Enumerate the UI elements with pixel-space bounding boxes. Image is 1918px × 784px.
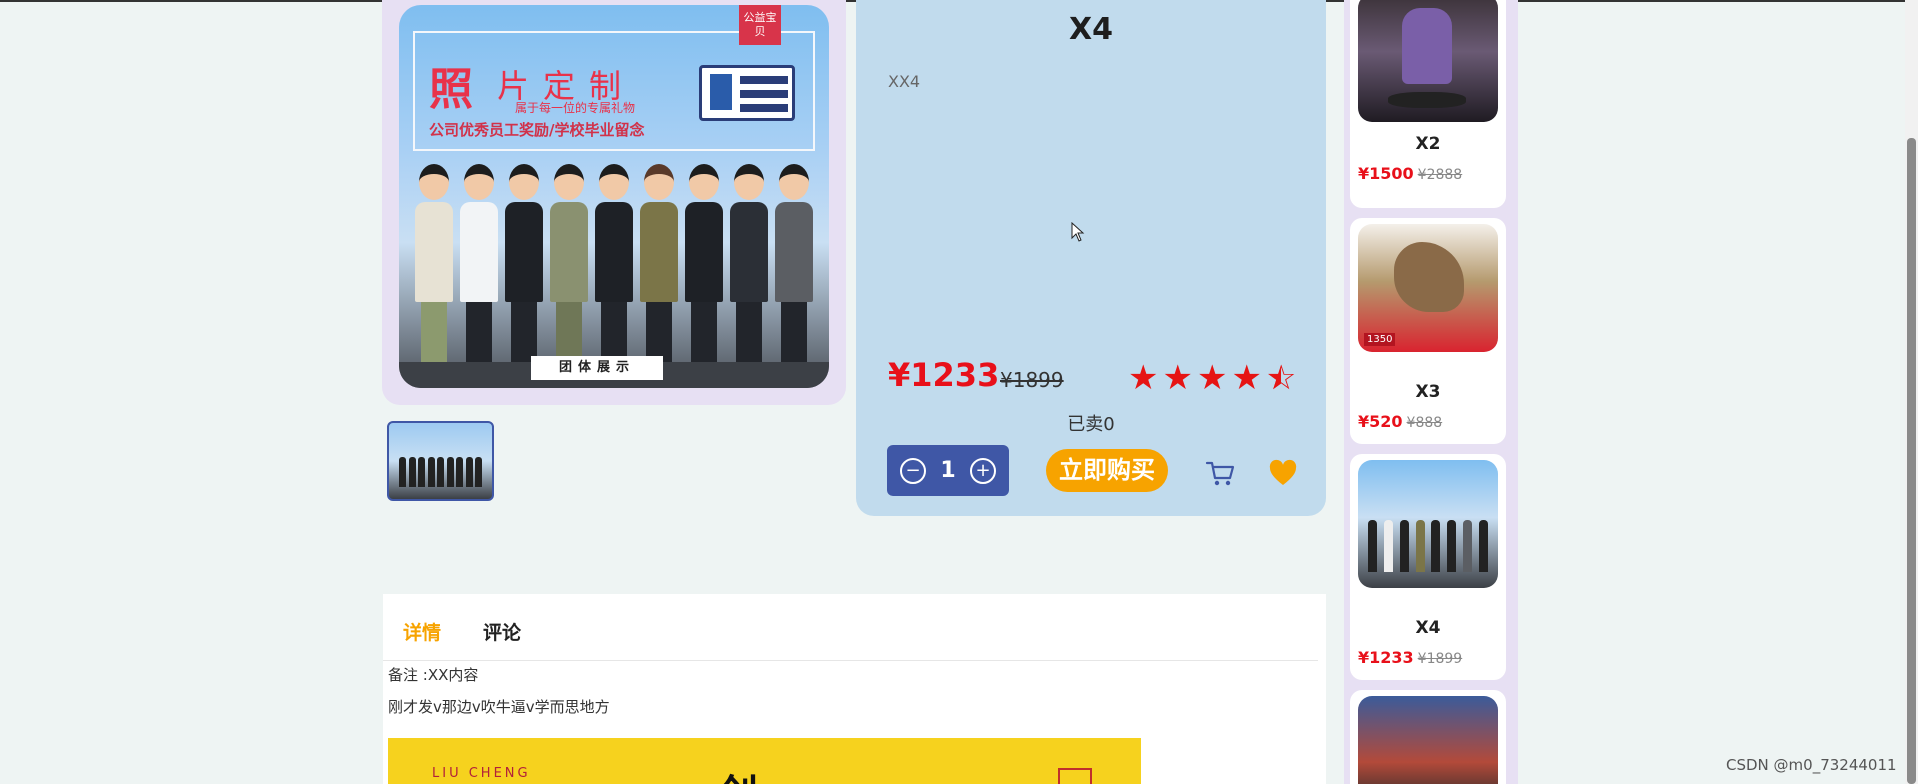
product-image	[1358, 0, 1498, 122]
product-name: X3	[1415, 382, 1441, 402]
product-name: X4	[1415, 618, 1441, 638]
product-name: X2	[1415, 134, 1441, 154]
thumbnail-image[interactable]	[387, 421, 494, 501]
star-icon: ★	[1162, 358, 1193, 398]
related-product-card[interactable]: X4 ¥1233 ¥1899	[1350, 454, 1506, 680]
figurines-group	[411, 152, 817, 362]
photo-tagline: 公司优秀员工奖励/学校毕业留念	[429, 121, 645, 139]
decrease-button[interactable]: −	[900, 457, 926, 484]
star-icon: ★	[1231, 358, 1262, 398]
watermark: CSDN @m0_73244011	[1726, 756, 1897, 774]
product-image	[1358, 460, 1498, 588]
buy-now-button[interactable]: 立即购买	[1046, 449, 1168, 492]
related-products-sidebar: X2 ¥1500 ¥2888 1350 X3 ¥520 ¥888 X4 ¥1233 ¥…	[1344, 0, 1518, 784]
increase-button[interactable]: +	[970, 457, 996, 484]
quantity-stepper: − 1 +	[887, 445, 1009, 496]
banner-headline: 创	[718, 762, 758, 784]
photo-subtitle: 属于每一位的专属礼物	[515, 101, 636, 115]
detail-banner-image: LIU CHENG 创	[388, 738, 1141, 784]
related-product-card[interactable]: X2 ¥1500 ¥2888	[1350, 0, 1506, 208]
heart-icon[interactable]	[1268, 458, 1298, 488]
product-price: ¥1500 ¥2888	[1358, 164, 1463, 183]
sold-count: 已卖0	[1067, 414, 1115, 435]
rating-stars: ★ ★ ★ ★ ★	[1128, 358, 1297, 398]
page-scrollbar[interactable]	[1905, 0, 1918, 784]
product-image: 1350	[1358, 224, 1498, 352]
star-icon: ★	[1128, 358, 1159, 398]
id-card-graphic	[699, 65, 795, 121]
product-price: ¥1233 ¥1899	[1358, 648, 1463, 667]
product-info-card: X4 XX4 ¥1233 ¥1899 ★ ★ ★ ★ ★ 已卖0 − 1 + 立…	[856, 0, 1326, 516]
detail-note: 备注 :XX内容	[388, 666, 479, 684]
half-star-icon: ★	[1266, 358, 1297, 398]
scrollbar-thumb[interactable]	[1907, 138, 1916, 784]
quantity-value[interactable]: 1	[938, 458, 958, 483]
banner-seal	[1058, 768, 1092, 784]
cart-icon[interactable]	[1205, 458, 1235, 488]
detail-text: 刚才发v那边v吹牛逼v学而思地方	[388, 698, 610, 716]
main-product-image[interactable]: 照 片定制 属于每一位的专属礼物 公司优秀员工奖励/学校毕业留念 公益宝贝 团体…	[399, 5, 829, 388]
current-price: ¥1233	[888, 356, 1000, 394]
charity-badge: 公益宝贝	[739, 5, 781, 45]
banner-brand-text: LIU CHENG	[432, 766, 531, 781]
detail-tabs: 详情 评论	[403, 618, 521, 645]
related-product-card[interactable]: 1350 X3 ¥520 ¥888	[1350, 218, 1506, 444]
photo-label: 团体展示	[531, 356, 663, 380]
product-image	[1358, 696, 1498, 784]
product-price: ¥520 ¥888	[1358, 412, 1443, 431]
mouse-cursor-icon	[1071, 222, 1085, 242]
details-panel: 详情 评论 备注 :XX内容 刚才发v那边v吹牛逼v学而思地方 LIU CHEN…	[383, 594, 1326, 784]
product-gallery: 照 片定制 属于每一位的专属礼物 公司优秀员工奖励/学校毕业留念 公益宝贝 团体…	[382, 0, 846, 405]
product-description: XX4	[888, 72, 921, 91]
tabs-divider	[383, 660, 1318, 661]
tab-details[interactable]: 详情	[403, 618, 441, 645]
photo-title: 照	[429, 64, 473, 115]
star-icon: ★	[1196, 358, 1228, 398]
product-title: X4	[1068, 12, 1113, 47]
related-product-card[interactable]	[1350, 690, 1506, 784]
tab-comments[interactable]: 评论	[483, 618, 521, 645]
original-price: ¥1899	[1000, 368, 1064, 392]
